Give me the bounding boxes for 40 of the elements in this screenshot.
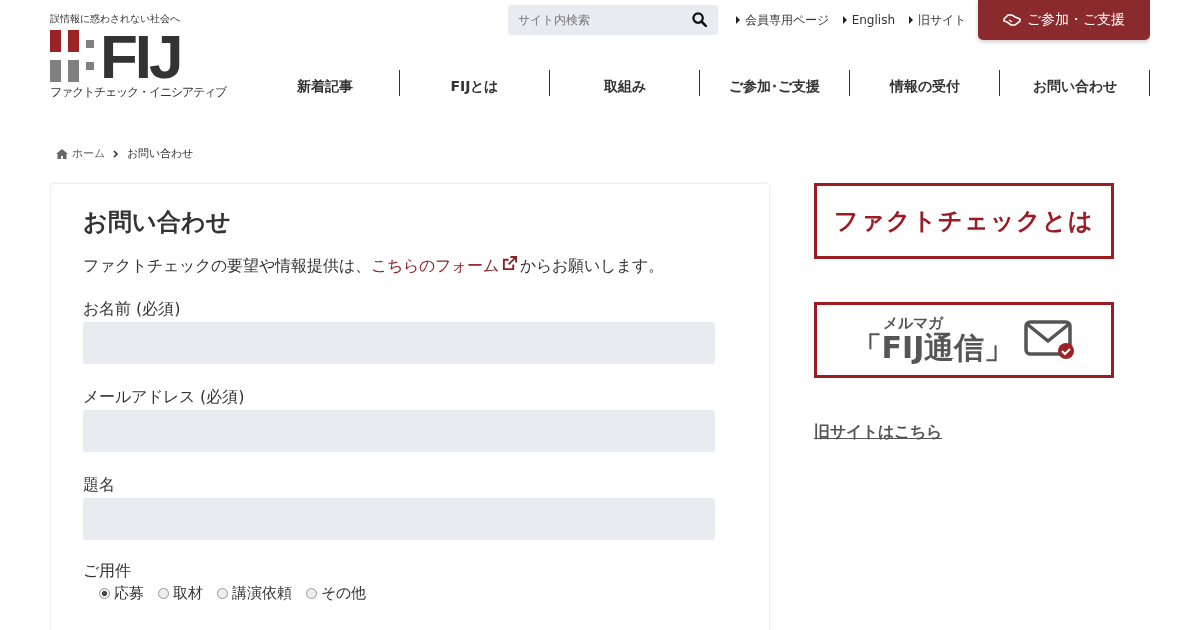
header-link[interactable]: 旧サイト	[909, 11, 966, 29]
nav-tab[interactable]: お問い合わせ	[999, 70, 1150, 96]
nav-tab[interactable]: ご参加･ご支援	[699, 70, 849, 96]
intro-text: ファクトチェックの要望や情報提供は、こちらのフォーム からお願いします。	[83, 256, 665, 277]
triangle-icon	[842, 16, 847, 24]
radio-option[interactable]: 講演依頼	[217, 584, 292, 603]
nav-tab[interactable]: 情報の受付	[849, 70, 999, 96]
banner-kicker: メルマガ	[883, 315, 943, 331]
envelope-check-icon	[1024, 320, 1077, 360]
factcheck-banner[interactable]: ファクトチェックとは	[814, 183, 1114, 259]
search-icon[interactable]	[691, 12, 707, 27]
header-link[interactable]: 会員専用ページ	[735, 11, 829, 29]
logo-subtitle: ファクトチェック・イニシアティブ	[50, 84, 228, 101]
radio-option[interactable]: その他	[306, 584, 366, 603]
home-icon[interactable]	[56, 148, 68, 159]
field-label: お名前 (必須)	[83, 299, 182, 320]
banner-title: 「FIJ通信」	[851, 331, 1015, 365]
field-label: ご用件	[83, 561, 132, 582]
field-label: メールアドレス (必須)	[83, 387, 246, 408]
nav-tab[interactable]: 新着記事	[250, 70, 399, 96]
triangle-icon	[735, 16, 740, 24]
external-link-icon[interactable]	[502, 256, 517, 271]
support-button[interactable]: ご参加・ご支援	[978, 0, 1150, 40]
old-site-link[interactable]: 旧サイトはこちら	[814, 422, 942, 443]
search-field[interactable]: サイト内検索	[507, 5, 718, 35]
radio-option[interactable]: 取材	[158, 584, 203, 603]
nav-tab[interactable]: FIJとは	[399, 70, 549, 96]
logo-wordmark: FIJ	[100, 32, 181, 82]
field-label: 題名	[83, 475, 116, 496]
newsletter-banner[interactable]: メルマガ 「FIJ通信」	[814, 302, 1114, 378]
nav-tab[interactable]: 取組み	[549, 70, 699, 96]
header-link[interactable]: English	[842, 13, 895, 27]
breadcrumb-link[interactable]: ホーム	[72, 146, 105, 161]
form-link[interactable]: こちらのフォーム	[371, 256, 520, 275]
page-title: お問い合わせ	[83, 207, 232, 238]
radio-option[interactable]: 応募	[99, 584, 144, 603]
tagline: 誤情報に惑わされない社会へ	[50, 12, 181, 26]
breadcrumb-current: お問い合わせ	[127, 146, 193, 161]
chevron-icon	[113, 149, 119, 158]
triangle-icon	[909, 16, 913, 24]
